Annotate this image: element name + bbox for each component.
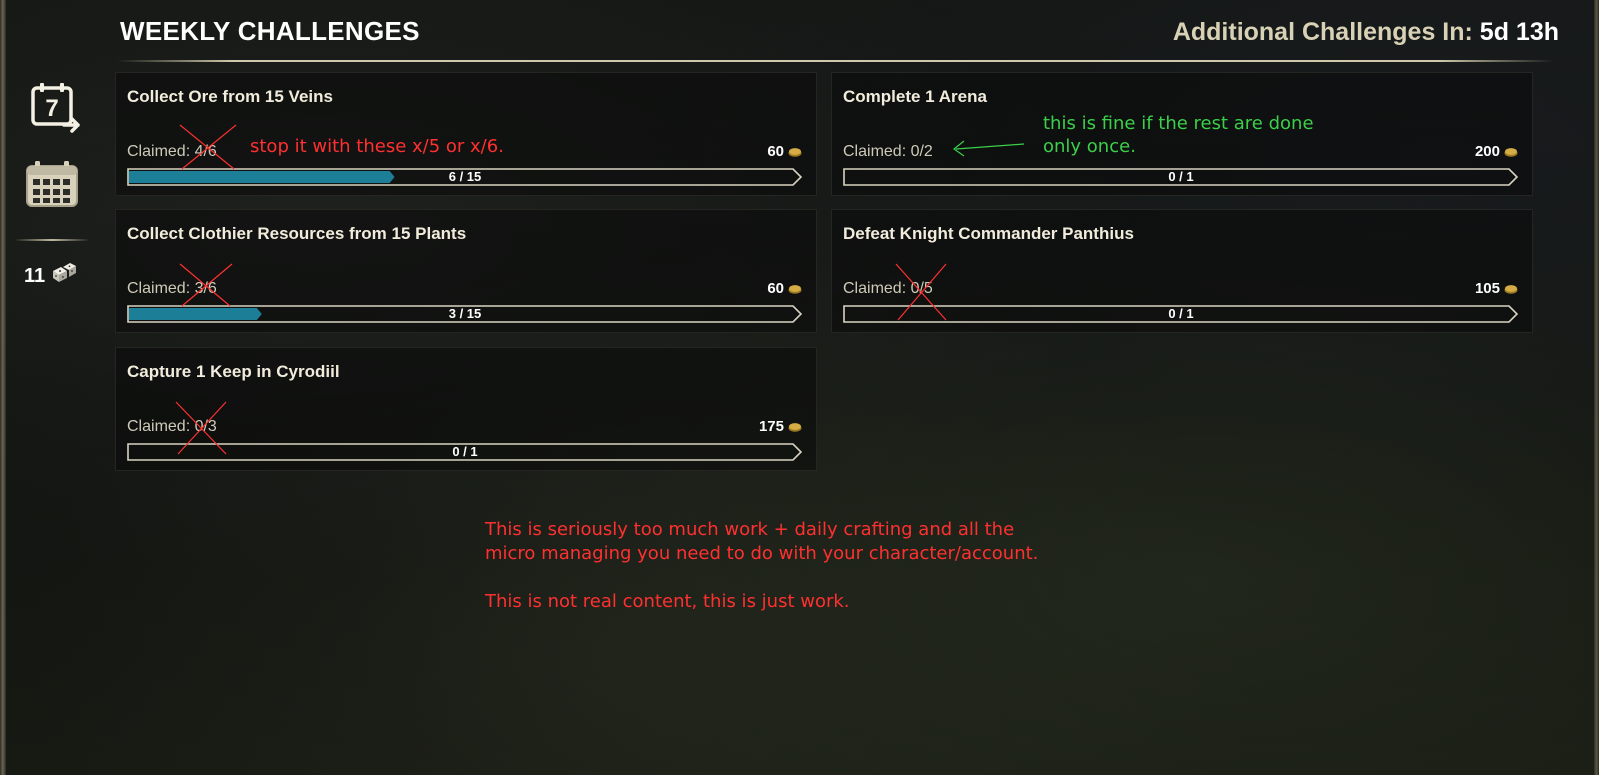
- challenge-card[interactable]: Defeat Knight Commander Panthius Claimed…: [831, 209, 1533, 333]
- timer-value: 5d 13h: [1479, 18, 1559, 46]
- gold-coins-icon: [788, 422, 802, 432]
- challenge-reward: 175: [759, 418, 802, 435]
- challenge-timer: Additional Challenges In: 5d 13h: [1173, 18, 1559, 47]
- red-cross-mark: [179, 124, 237, 170]
- progress-text: 3 / 15: [448, 306, 482, 321]
- challenge-reward: 200: [1475, 143, 1518, 160]
- challenge-title: Capture 1 Keep in Cyrodiil: [127, 362, 340, 381]
- gold-coins-icon: [788, 284, 802, 294]
- reward-amount: 200: [1474, 143, 1500, 160]
- progress-text: 6 / 15: [448, 169, 482, 184]
- red-cross-mark: [895, 263, 947, 321]
- header-divider: [117, 60, 1554, 62]
- sidebar-divider: [14, 239, 90, 241]
- annotation-note: This is seriously too much work + daily …: [485, 519, 1015, 540]
- calendar-grid-icon[interactable]: [24, 160, 80, 210]
- reward-amount: 105: [1474, 280, 1500, 297]
- annotation-note: this is fine if the rest are done: [1043, 113, 1314, 134]
- window-frame-right: [1594, 0, 1599, 775]
- red-cross-mark: [179, 263, 233, 307]
- seals-dice-icon: [51, 262, 77, 290]
- challenge-title: Defeat Knight Commander Panthius: [843, 224, 1134, 243]
- green-arrow: [952, 140, 1025, 157]
- annotation-note: stop it with these x/5 or x/6.: [250, 136, 504, 157]
- challenge-title: Complete 1 Arena: [843, 87, 987, 106]
- challenge-reward: 60: [767, 280, 802, 297]
- window-frame-left: [0, 0, 6, 775]
- timer-label: Additional Challenges In:: [1172, 18, 1473, 46]
- reward-amount: 60: [767, 143, 784, 160]
- annotation-note: micro managing you need to do with your …: [485, 543, 1039, 564]
- currency-display: 11: [24, 262, 77, 290]
- challenge-card[interactable]: Collect Clothier Resources from 15 Plant…: [115, 209, 817, 333]
- gold-coins-icon: [1504, 147, 1518, 157]
- gold-coins-icon: [1504, 284, 1518, 294]
- page-title: WEEKLY CHALLENGES: [120, 16, 420, 46]
- challenge-title: Collect Ore from 15 Veins: [127, 87, 333, 106]
- currency-amount: 11: [24, 264, 46, 287]
- progress-text: 0 / 1: [1168, 169, 1194, 184]
- challenge-card[interactable]: Collect Ore from 15 Veins Claimed: 4/6 6…: [115, 72, 817, 196]
- challenge-reward: 105: [1475, 280, 1518, 297]
- progress-bar: 0 / 1: [843, 168, 1519, 186]
- reward-amount: 175: [758, 418, 784, 435]
- weekly-icon-digit: 7: [45, 95, 58, 122]
- challenge-reward: 60: [767, 143, 802, 160]
- annotation-note: This is not real content, this is just w…: [485, 591, 850, 612]
- challenge-card[interactable]: Capture 1 Keep in Cyrodiil Claimed: 0/3 …: [115, 347, 817, 471]
- reward-amount: 60: [767, 280, 784, 297]
- red-cross-mark: [175, 401, 227, 455]
- challenge-title: Collect Clothier Resources from 15 Plant…: [127, 224, 467, 243]
- challenge-claimed: Claimed: 0/2: [843, 143, 933, 160]
- calendar-7-arrow-icon[interactable]: 7: [28, 80, 82, 134]
- annotation-note: only once.: [1043, 136, 1136, 157]
- gold-coins-icon: [788, 147, 802, 157]
